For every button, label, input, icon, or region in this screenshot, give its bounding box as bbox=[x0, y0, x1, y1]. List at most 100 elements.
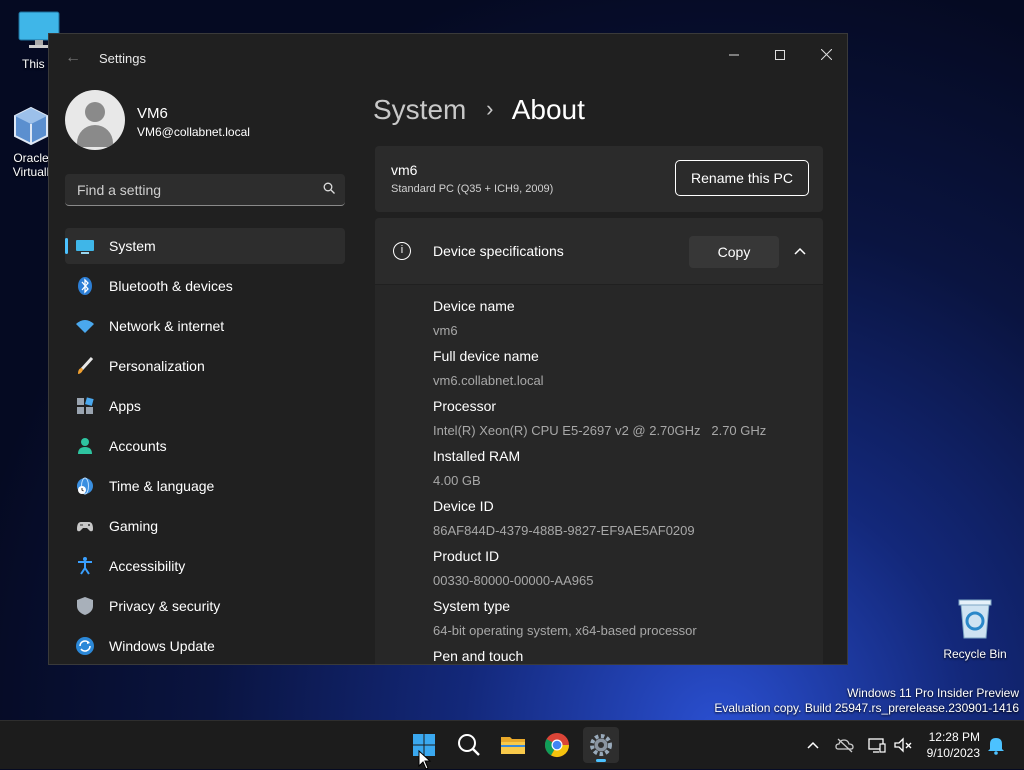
avatar-head bbox=[85, 102, 105, 122]
clock-date: 9/10/2023 bbox=[926, 746, 980, 760]
chevron-up-icon[interactable] bbox=[789, 240, 811, 262]
chevron-right-icon: › bbox=[486, 96, 494, 121]
sidebar-item-network[interactable]: Network & internet bbox=[65, 308, 345, 344]
sidebar-item-label: Personalization bbox=[109, 358, 205, 374]
sidebar-item-privacy[interactable]: Privacy & security bbox=[65, 588, 345, 624]
clock-time: 12:28 PM bbox=[928, 730, 980, 744]
copy-button[interactable]: Copy bbox=[689, 236, 779, 268]
virtualbox-icon bbox=[14, 106, 48, 146]
rename-pc-button[interactable]: Rename this PC bbox=[675, 160, 809, 196]
apps-icon bbox=[77, 397, 94, 414]
file-explorer-icon bbox=[501, 737, 525, 754]
minimize-button[interactable] bbox=[711, 40, 757, 70]
device-specifications-title: Device specifications bbox=[433, 243, 564, 259]
sidebar-item-label: Windows Update bbox=[109, 638, 215, 654]
notification-bell-icon[interactable] bbox=[986, 735, 1006, 755]
accessibility-icon bbox=[78, 557, 92, 575]
recycle-bin-label: Recycle Bin bbox=[943, 647, 1007, 661]
globe-clock-icon bbox=[77, 477, 93, 495]
spec-value: vm6.collabnet.local bbox=[433, 373, 544, 388]
breadcrumb-parent[interactable]: System bbox=[373, 94, 466, 125]
taskbar: 12:28 PM 9/10/2023 bbox=[0, 720, 1024, 769]
spec-value: 4.00 GB bbox=[433, 473, 481, 488]
settings-window: ← Settings VM6 VM6@collabnet.local Syste… bbox=[48, 33, 848, 665]
back-arrow-icon[interactable]: ← bbox=[63, 48, 83, 68]
search-box[interactable] bbox=[65, 174, 345, 206]
breadcrumb: System › About bbox=[373, 94, 585, 126]
avatar[interactable] bbox=[65, 90, 125, 150]
user-name: VM6 bbox=[137, 105, 168, 122]
spec-label: Device ID bbox=[433, 498, 494, 514]
active-app-indicator bbox=[596, 759, 606, 762]
avatar-body bbox=[77, 125, 113, 147]
clock[interactable]: 12:28 PM 9/10/2023 bbox=[927, 729, 980, 761]
spec-label: Device name bbox=[433, 298, 515, 314]
sidebar-item-accessibility[interactable]: Accessibility bbox=[65, 548, 345, 584]
sidebar-item-system[interactable]: System bbox=[65, 228, 345, 264]
sidebar-item-label: Network & internet bbox=[109, 318, 225, 334]
sidebar-item-label: Accessibility bbox=[109, 558, 186, 574]
close-icon bbox=[820, 48, 832, 61]
sidebar-item-label: Gaming bbox=[109, 518, 159, 534]
sidebar-item-label: Time & language bbox=[109, 478, 215, 494]
sidebar-item-label: Privacy & security bbox=[109, 598, 221, 614]
sidebar-item-accounts[interactable]: Accounts bbox=[65, 428, 345, 464]
spec-value: Intel(R) Xeon(R) CPU E5-2697 v2 @ 2.70GH… bbox=[433, 423, 767, 438]
spec-label: Product ID bbox=[433, 548, 500, 564]
file-explorer-button[interactable] bbox=[495, 727, 531, 763]
device-specifications-header[interactable]: i Device specifications Copy bbox=[375, 218, 823, 284]
spec-label: Processor bbox=[433, 398, 497, 414]
sidebar-item-label: Bluetooth & devices bbox=[109, 278, 233, 294]
sidebar-item-label: System bbox=[109, 238, 156, 254]
onedrive-icon[interactable] bbox=[835, 735, 855, 755]
settings-taskbar-button[interactable] bbox=[583, 727, 619, 763]
network-icon[interactable] bbox=[867, 735, 887, 755]
search-icon bbox=[458, 734, 480, 756]
sidebar-item-time-language[interactable]: Time & language bbox=[65, 468, 345, 504]
spec-row: Device name vm6 Full device name vm6.col… bbox=[433, 297, 767, 664]
recycle-bin-icon bbox=[958, 599, 992, 639]
sidebar-item-label: Apps bbox=[109, 398, 141, 414]
spec-value: vm6 bbox=[433, 323, 458, 338]
paintbrush-icon bbox=[78, 356, 94, 374]
chrome-icon bbox=[544, 733, 569, 758]
maximize-icon bbox=[775, 50, 785, 60]
info-icon: i bbox=[393, 242, 411, 260]
spec-label: System type bbox=[433, 598, 511, 614]
sidebar-nav: System Bluetooth & devices Network & int… bbox=[65, 228, 345, 664]
close-button[interactable] bbox=[803, 40, 847, 70]
pc-model: Standard PC (Q35 + ICH9, 2009) bbox=[391, 183, 554, 195]
sidebar-item-gaming[interactable]: Gaming bbox=[65, 508, 345, 544]
maximize-button[interactable] bbox=[757, 40, 803, 70]
sidebar-item-personalization[interactable]: Personalization bbox=[65, 348, 345, 384]
sidebar-item-windows-update[interactable]: Windows Update bbox=[65, 628, 345, 664]
spec-label: Pen and touch bbox=[433, 648, 524, 664]
sidebar-item-label: Accounts bbox=[109, 438, 167, 454]
chrome-button[interactable] bbox=[539, 727, 575, 763]
search-input[interactable] bbox=[75, 174, 309, 206]
app-title: Settings bbox=[99, 51, 146, 66]
user-email: VM6@collabnet.local bbox=[137, 125, 250, 139]
search-icon[interactable] bbox=[323, 182, 335, 194]
sidebar-item-apps[interactable]: Apps bbox=[65, 388, 345, 424]
spec-label: Installed RAM bbox=[433, 448, 521, 464]
watermark-line2: Evaluation copy. Build 25947.rs_prerelea… bbox=[714, 701, 1019, 715]
monitor-icon bbox=[76, 240, 94, 254]
recycle-bin-desktop-icon[interactable]: Recycle Bin bbox=[940, 596, 1010, 661]
person-icon bbox=[78, 438, 92, 454]
title-bar[interactable]: ← Settings bbox=[49, 34, 847, 82]
wifi-icon bbox=[76, 320, 94, 333]
page-title: About bbox=[511, 94, 585, 125]
settings-icon bbox=[590, 734, 612, 756]
sidebar-item-bluetooth[interactable]: Bluetooth & devices bbox=[65, 268, 345, 304]
spec-value: 00330-80000-00000-AA965 bbox=[433, 573, 594, 588]
chevron-up-icon[interactable] bbox=[803, 735, 823, 755]
bluetooth-icon bbox=[78, 277, 92, 295]
volume-muted-icon[interactable] bbox=[893, 735, 913, 755]
spec-label: Full device name bbox=[433, 348, 539, 364]
device-specifications-body: Device name vm6 Full device name vm6.col… bbox=[375, 285, 823, 664]
mouse-cursor-icon bbox=[418, 750, 432, 770]
taskbar-search-button[interactable] bbox=[451, 727, 487, 763]
gamepad-icon bbox=[77, 522, 93, 532]
watermark-line1: Windows 11 Pro Insider Preview bbox=[847, 686, 1019, 700]
